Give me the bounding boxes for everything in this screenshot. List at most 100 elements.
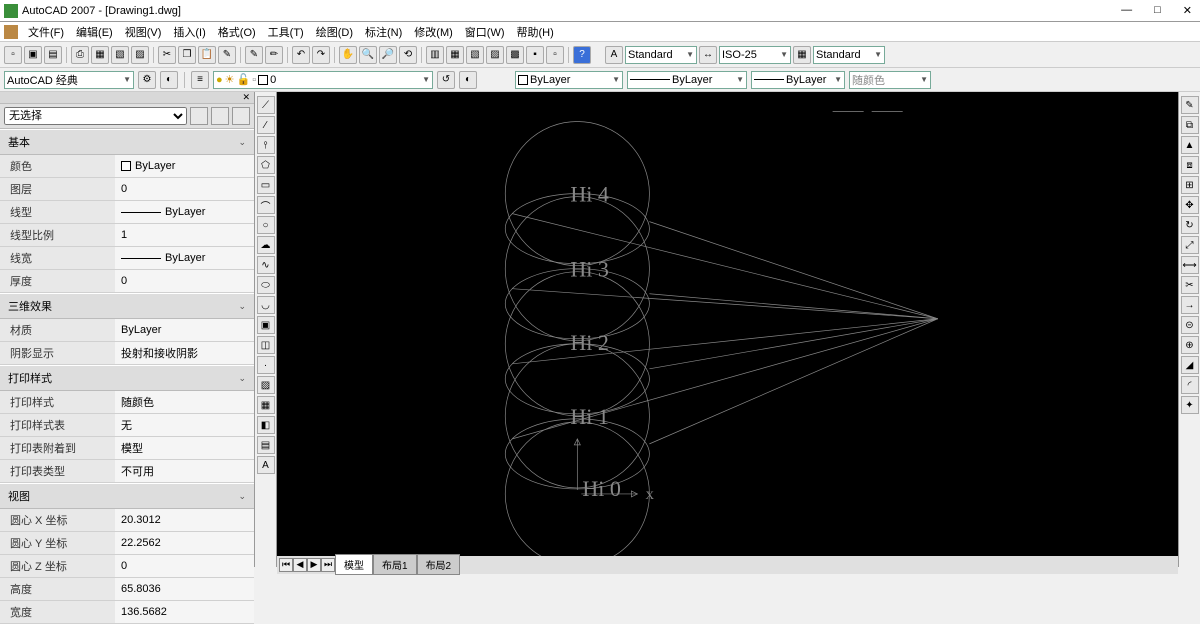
table-style-icon[interactable]: ▦: [793, 46, 811, 64]
break-icon[interactable]: ⊝: [1181, 316, 1199, 334]
chamfer-icon[interactable]: ◢: [1181, 356, 1199, 374]
copy-obj-icon[interactable]: ⧉: [1181, 116, 1199, 134]
table-draw-icon[interactable]: ▤: [257, 436, 275, 454]
table-style-combo[interactable]: Standard▼: [813, 46, 885, 64]
section-view[interactable]: 视图⌄: [0, 483, 254, 509]
publish-icon[interactable]: ▧: [111, 46, 129, 64]
lineweight-combo[interactable]: ByLayer▼: [751, 71, 845, 89]
rotate-icon[interactable]: ↻: [1181, 216, 1199, 234]
arc-icon[interactable]: ⌒: [257, 196, 275, 214]
maximize-button[interactable]: □: [1150, 4, 1165, 17]
linetype-combo[interactable]: ByLayer▼: [627, 71, 747, 89]
tab-layout1[interactable]: 布局1: [373, 554, 417, 575]
polygon-icon[interactable]: ⬠: [257, 156, 275, 174]
help-icon[interactable]: ?: [573, 46, 591, 64]
sheet-icon[interactable]: ▨: [486, 46, 504, 64]
extend-icon[interactable]: →: [1181, 296, 1199, 314]
menu-dimension[interactable]: 标注(N): [361, 22, 406, 42]
table-icon[interactable]: ▫: [546, 46, 564, 64]
mtext-icon[interactable]: A: [257, 456, 275, 474]
erase-icon[interactable]: ✎: [1181, 96, 1199, 114]
select-objects-icon[interactable]: [211, 107, 229, 125]
menu-view[interactable]: 视图(V): [121, 22, 166, 42]
brush-icon[interactable]: ✎: [245, 46, 263, 64]
open-icon[interactable]: ▣: [24, 46, 42, 64]
copy-icon[interactable]: ❐: [178, 46, 196, 64]
eraser-icon[interactable]: ✏: [265, 46, 283, 64]
tool-pal-icon[interactable]: ▧: [466, 46, 484, 64]
revcloud-icon[interactable]: ☁: [257, 236, 275, 254]
text-style-icon[interactable]: A: [605, 46, 623, 64]
model-viewport[interactable]: Hi 4 Hi 3 Hi 2 Hi 1 Hi 0 X: [277, 92, 1178, 556]
close-button[interactable]: ✕: [1179, 4, 1196, 17]
pan-icon[interactable]: ✋: [339, 46, 357, 64]
menu-window[interactable]: 窗口(W): [461, 22, 509, 42]
ellipse-icon[interactable]: ⬭: [257, 276, 275, 294]
calc-icon[interactable]: ▪: [526, 46, 544, 64]
gradient-icon[interactable]: ▦: [257, 396, 275, 414]
menu-edit[interactable]: 编辑(E): [72, 22, 117, 42]
section-print[interactable]: 打印样式⌄: [0, 365, 254, 391]
make-block-icon[interactable]: ◫: [257, 336, 275, 354]
tab-last-icon[interactable]: ⏭: [321, 558, 335, 572]
pline-icon[interactable]: ⫯: [257, 136, 275, 154]
join-icon[interactable]: ⊕: [1181, 336, 1199, 354]
dim-style-icon[interactable]: ↔: [699, 46, 717, 64]
dc-icon[interactable]: ▦: [446, 46, 464, 64]
menu-draw[interactable]: 绘图(D): [312, 22, 357, 42]
menu-help[interactable]: 帮助(H): [513, 22, 558, 42]
preview-icon[interactable]: ▦: [91, 46, 109, 64]
layer-props-icon[interactable]: ≡: [191, 71, 209, 89]
menu-file[interactable]: 文件(F): [24, 22, 68, 42]
tab-first-icon[interactable]: ⏮: [279, 558, 293, 572]
props-icon[interactable]: ▥: [426, 46, 444, 64]
workspace-settings-icon[interactable]: ⚙: [138, 71, 156, 89]
spline-icon[interactable]: ∿: [257, 256, 275, 274]
xline-icon[interactable]: ∕: [257, 116, 275, 134]
move-icon[interactable]: ✥: [1181, 196, 1199, 214]
tab-layout2[interactable]: 布局2: [417, 554, 461, 575]
tab-next-icon[interactable]: ▶: [307, 558, 321, 572]
explode-icon[interactable]: ✦: [1181, 396, 1199, 414]
color-combo[interactable]: ByLayer▼: [515, 71, 623, 89]
menu-format[interactable]: 格式(O): [214, 22, 260, 42]
workspace-combo[interactable]: AutoCAD 经典▼: [4, 71, 134, 89]
workspace-save-icon[interactable]: ◐: [160, 71, 178, 89]
ellipse-arc-icon[interactable]: ◡: [257, 296, 275, 314]
fillet-icon[interactable]: ◜: [1181, 376, 1199, 394]
cut-icon[interactable]: ✂: [158, 46, 176, 64]
menu-insert[interactable]: 插入(I): [169, 22, 209, 42]
tab-model[interactable]: 模型: [335, 554, 373, 575]
quick-select-icon[interactable]: [190, 107, 208, 125]
zoom-rt-icon[interactable]: 🔍: [359, 46, 377, 64]
layer-combo[interactable]: ●☀🔓▫ 0▼: [213, 71, 433, 89]
redo-icon[interactable]: ↷: [312, 46, 330, 64]
selection-combo[interactable]: 无选择: [4, 107, 187, 125]
new-icon[interactable]: ▫: [4, 46, 22, 64]
circle-icon[interactable]: ○: [257, 216, 275, 234]
dim-style-combo[interactable]: ISO-25▼: [719, 46, 791, 64]
markup-icon[interactable]: ▩: [506, 46, 524, 64]
layer-state-icon[interactable]: ◐: [459, 71, 477, 89]
scale-icon[interactable]: ⤢: [1181, 236, 1199, 254]
paste-icon[interactable]: 📋: [198, 46, 216, 64]
text-style-combo[interactable]: Standard▼: [625, 46, 697, 64]
zoom-win-icon[interactable]: 🔎: [379, 46, 397, 64]
menu-tools[interactable]: 工具(T): [264, 22, 308, 42]
trim-icon[interactable]: ✂: [1181, 276, 1199, 294]
stretch-icon[interactable]: ⟷: [1181, 256, 1199, 274]
print-icon[interactable]: ⎙: [71, 46, 89, 64]
insert-block-icon[interactable]: ▣: [257, 316, 275, 334]
minimize-button[interactable]: —: [1117, 4, 1136, 17]
array-icon[interactable]: ⊞: [1181, 176, 1199, 194]
zoom-prev-icon[interactable]: ⟲: [399, 46, 417, 64]
section-basic[interactable]: 基本⌄: [0, 129, 254, 155]
toggle-pset-icon[interactable]: [232, 107, 250, 125]
mirror-icon[interactable]: ▲: [1181, 136, 1199, 154]
tab-prev-icon[interactable]: ◀: [293, 558, 307, 572]
menu-modify[interactable]: 修改(M): [410, 22, 457, 42]
line-icon[interactable]: ⟋: [257, 96, 275, 114]
match-icon[interactable]: ✎: [218, 46, 236, 64]
panel-close-icon[interactable]: ✕: [0, 92, 254, 104]
rectangle-icon[interactable]: ▭: [257, 176, 275, 194]
